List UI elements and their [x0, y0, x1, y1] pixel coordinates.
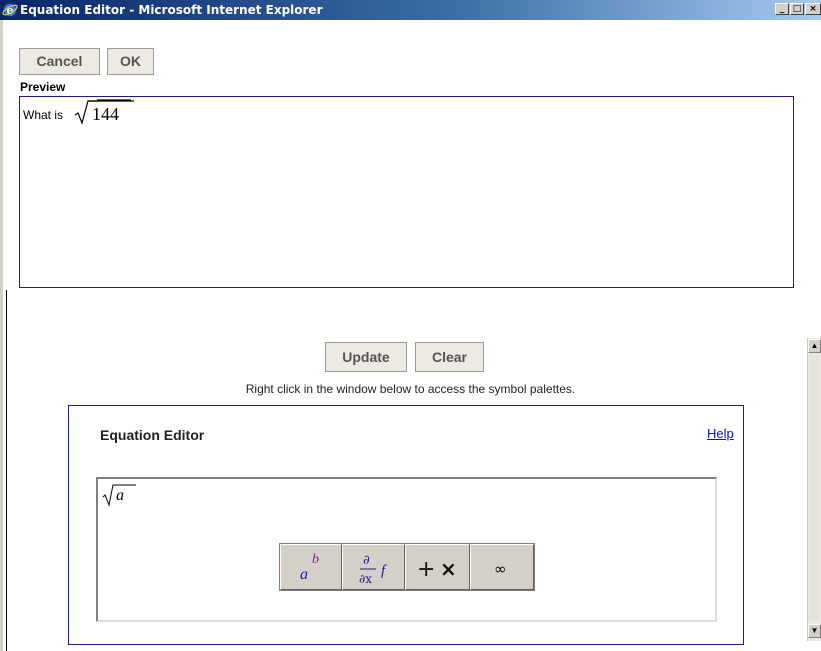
- superscript-palette-button[interactable]: a b: [280, 544, 342, 590]
- operators-palette-button[interactable]: + ×: [405, 544, 470, 590]
- scroll-down-icon[interactable]: ▼: [808, 624, 821, 638]
- ok-button[interactable]: OK: [107, 48, 154, 75]
- clear-button[interactable]: Clear: [415, 342, 484, 372]
- window-frame-divider: [6, 290, 7, 651]
- partial-derivative-icon: ∂ ∂x f: [359, 553, 387, 586]
- vertical-scrollbar[interactable]: ▲ ▼: [807, 338, 821, 641]
- help-link[interactable]: Help: [707, 426, 734, 441]
- svg-text:∞: ∞: [494, 560, 507, 578]
- equation-edit-area[interactable]: a a b ∂ ∂x f + × ∞: [96, 477, 717, 622]
- svg-text:f: f: [381, 563, 387, 579]
- plus-times-icon: + ×: [417, 557, 457, 582]
- close-button[interactable]: ×: [805, 3, 821, 15]
- svg-text:∂x: ∂x: [359, 572, 372, 586]
- ie-icon: e: [2, 3, 18, 17]
- svg-text:+: +: [417, 557, 435, 582]
- scroll-up-icon[interactable]: ▲: [808, 339, 821, 353]
- preview-label: Preview: [20, 80, 66, 94]
- equation-editor-panel: Equation Editor Help a a b ∂ ∂x f + × ∞: [68, 405, 744, 645]
- svg-text:a: a: [300, 566, 308, 583]
- radical-vinculum: [97, 99, 131, 101]
- infinity-icon: ∞: [494, 560, 507, 578]
- calculus-palette-button[interactable]: ∂ ∂x f: [342, 544, 405, 590]
- preview-prefix-text: What is: [23, 108, 64, 122]
- minimize-button[interactable]: _: [775, 3, 789, 15]
- editor-title: Equation Editor: [100, 427, 205, 443]
- window-title-bar[interactable]: e Equation Editor - Microsoft Internet E…: [0, 0, 821, 20]
- palette-hint-text: Right click in the window below to acces…: [245, 382, 576, 396]
- window-title: Equation Editor - Microsoft Internet Exp…: [20, 3, 323, 17]
- scroll-track[interactable]: [809, 354, 820, 620]
- svg-text:b: b: [312, 552, 319, 567]
- symbols-palette-button[interactable]: ∞: [470, 544, 534, 590]
- svg-text:∂: ∂: [363, 553, 370, 568]
- maximize-button[interactable]: □: [790, 3, 804, 15]
- update-button[interactable]: Update: [325, 342, 407, 372]
- editor-radicand: a: [116, 487, 124, 504]
- window-frame-left: [0, 20, 3, 651]
- preview-box: What is 144: [19, 96, 794, 288]
- cancel-button[interactable]: Cancel: [19, 48, 100, 75]
- svg-text:×: ×: [440, 557, 457, 581]
- power-icon: a b: [300, 552, 319, 583]
- symbol-palette-toolbar: a b ∂ ∂x f + × ∞: [279, 543, 535, 591]
- preview-radicand: 144: [92, 104, 119, 124]
